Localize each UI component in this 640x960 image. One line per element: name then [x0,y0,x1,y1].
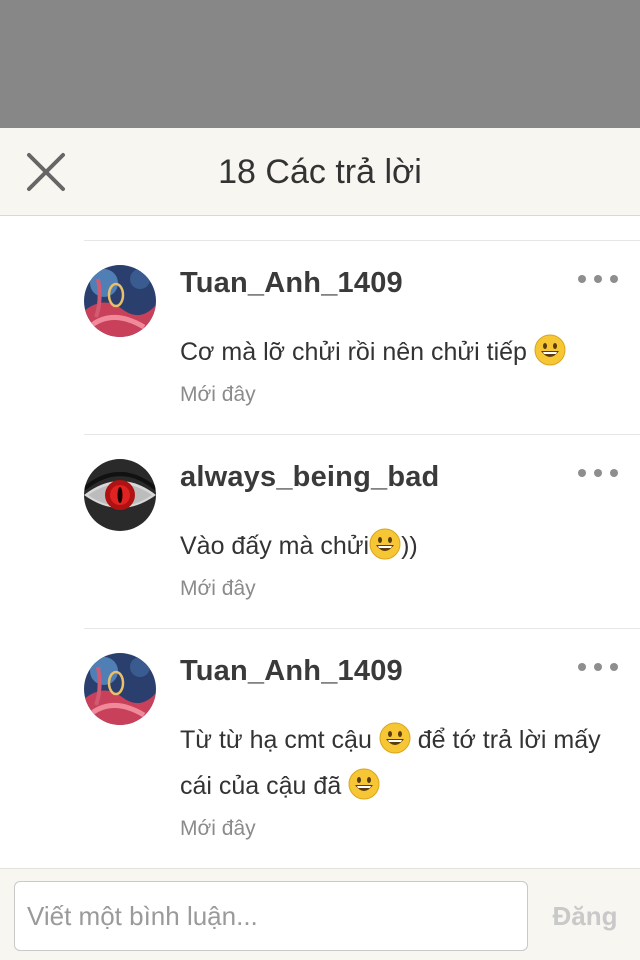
grinning-emoji-icon [379,722,411,754]
comment-input[interactable] [14,881,528,951]
post-button[interactable]: Đăng [540,881,630,951]
more-options-button[interactable] [578,659,618,675]
grinning-emoji-icon [348,768,380,800]
replies-list[interactable]: Tuan_Anh_1409 Cơ mà lỡ chửi rồi nên chửi… [0,217,640,868]
dimmed-background-overlay[interactable] [0,0,640,128]
comment-text: Vào đấy mà chửi)) [180,523,616,569]
red-eye-avatar-image [84,459,156,531]
more-options-button[interactable] [578,271,618,287]
comment-item: Tuan_Anh_1409 Từ từ hạ cmt cậu để tớ trả… [84,629,640,868]
comment-item: always_being_bad Vào đấy mà chửi)) Mới đ… [84,435,640,629]
comment-timestamp: Mới đây [180,817,256,840]
comment-author[interactable]: always_being_bad [180,461,439,494]
avatar[interactable] [84,265,156,337]
comment-item: Tuan_Anh_1409 Cơ mà lỡ chửi rồi nên chửi… [84,241,640,435]
comment-author[interactable]: Tuan_Anh_1409 [180,267,403,300]
grinning-emoji-icon [534,334,566,366]
more-options-icon [578,663,586,671]
comment-text: Cơ mà lỡ chửi rồi nên chửi tiếp [180,329,616,375]
avatar[interactable] [84,459,156,531]
more-options-icon [578,275,586,283]
replies-header: 18 Các trả lời [0,128,640,216]
comment-author[interactable]: Tuan_Anh_1409 [180,655,403,688]
fantasy-art-avatar-image [84,265,156,337]
comment-composer: Đăng [0,868,640,960]
more-options-icon [578,469,586,477]
more-options-button[interactable] [578,465,618,481]
close-button[interactable] [18,148,74,196]
avatar[interactable] [84,653,156,725]
grinning-emoji-icon [369,528,401,560]
fantasy-art-avatar-image [84,653,156,725]
comment-timestamp: Mới đây [180,383,256,406]
close-icon [27,153,65,191]
replies-count-title: 18 Các trả lời [218,153,422,191]
comment-text: Từ từ hạ cmt cậu để tớ trả lời mấy cái c… [180,717,616,809]
comment-timestamp: Mới đây [180,577,256,600]
